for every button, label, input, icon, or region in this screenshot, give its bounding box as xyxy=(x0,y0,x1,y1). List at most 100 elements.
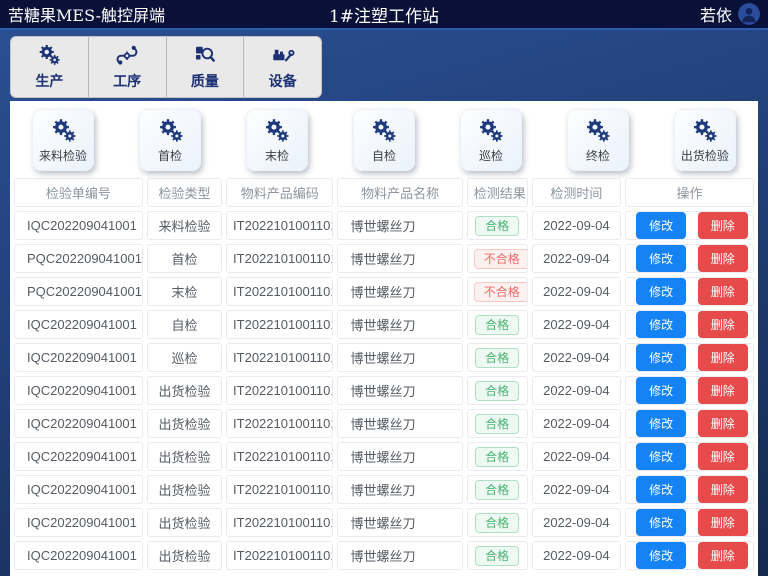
column-header: 物料产品名称 xyxy=(337,178,462,207)
cell-date: 2022-09-04 xyxy=(532,409,622,438)
column-header: 检测结果 xyxy=(467,178,528,207)
qc-card[interactable]: 自检 xyxy=(353,109,415,171)
delete-button[interactable]: 删除 xyxy=(698,212,748,239)
result-badge: 合格 xyxy=(475,546,519,566)
cell-inspection-type: 出货检验 xyxy=(147,475,222,504)
cell-order-no: IQC202209041001 xyxy=(14,310,143,339)
edit-button[interactable]: 修改 xyxy=(636,245,686,272)
edit-button[interactable]: 修改 xyxy=(636,377,686,404)
qc-card[interactable]: 出货检验 xyxy=(674,109,736,171)
qc-card-label: 出货检验 xyxy=(681,147,729,164)
table-row: PQC202209041001 末检 IT2022101001101 博世螺丝刀… xyxy=(14,277,754,306)
tab-process[interactable]: 工序 xyxy=(89,37,167,97)
tab-label: 设备 xyxy=(269,71,297,91)
qc-card[interactable]: 来料检验 xyxy=(32,109,94,171)
qc-card-label: 来料检验 xyxy=(39,147,87,164)
cell-actions: 修改 删除 xyxy=(625,508,754,537)
app-title: 苦糖果MES-触控屏端 xyxy=(8,2,308,26)
edit-button[interactable]: 修改 xyxy=(636,542,686,569)
delete-button[interactable]: 删除 xyxy=(698,410,748,437)
edit-button[interactable]: 修改 xyxy=(636,311,686,338)
quality-search-icon xyxy=(193,43,217,67)
cell-material-code: IT2022101001101 xyxy=(226,475,333,504)
edit-button[interactable]: 修改 xyxy=(636,443,686,470)
delete-button[interactable]: 删除 xyxy=(698,509,748,536)
delete-button[interactable]: 删除 xyxy=(698,278,748,305)
qc-card[interactable]: 巡检 xyxy=(460,109,522,171)
cell-material-name: 博世螺丝刀 xyxy=(337,541,462,570)
tab-quality[interactable]: 质量 xyxy=(167,37,245,97)
gears-icon xyxy=(584,117,611,144)
cell-result: 合格 xyxy=(467,475,528,504)
qc-card-label: 巡检 xyxy=(479,147,503,164)
cell-result: 合格 xyxy=(467,541,528,570)
cell-order-no: IQC202209041001 xyxy=(14,376,143,405)
cell-result: 合格 xyxy=(467,343,528,372)
cell-actions: 修改 删除 xyxy=(625,244,754,273)
cell-inspection-type: 出货检验 xyxy=(147,442,222,471)
result-badge: 不合格 xyxy=(474,249,528,269)
result-badge: 合格 xyxy=(475,381,519,401)
cell-inspection-type: 出货检验 xyxy=(147,541,222,570)
gears-icon xyxy=(263,117,290,144)
edit-button[interactable]: 修改 xyxy=(636,476,686,503)
cell-result: 合格 xyxy=(467,211,528,240)
cell-actions: 修改 删除 xyxy=(625,475,754,504)
qc-card[interactable]: 末检 xyxy=(246,109,308,171)
cell-material-name: 博世螺丝刀 xyxy=(337,343,462,372)
table-row: IQC202209041001 自检 IT2022101001101 博世螺丝刀… xyxy=(14,310,754,339)
table-row: IQC202209041001 出货检验 IT2022101001101 博世螺… xyxy=(14,508,754,537)
table-row: IQC202209041001 出货检验 IT2022101001101 博世螺… xyxy=(14,442,754,471)
gears-icon xyxy=(157,117,184,144)
user-area[interactable]: 若依 xyxy=(460,2,760,26)
table-row: IQC202209041001 巡检 IT2022101001101 博世螺丝刀… xyxy=(14,343,754,372)
cell-inspection-type: 首检 xyxy=(147,244,222,273)
cell-order-no: IQC202209041001 xyxy=(14,442,143,471)
edit-button[interactable]: 修改 xyxy=(636,212,686,239)
cell-date: 2022-09-04 xyxy=(532,277,622,306)
cell-order-no: IQC202209041001 xyxy=(14,211,143,240)
delete-button[interactable]: 删除 xyxy=(698,245,748,272)
inspection-table: 检验单编号检验类型物料产品编码物料产品名称检测结果检测时间操作 IQC20220… xyxy=(10,174,758,574)
qc-card[interactable]: 首检 xyxy=(139,109,201,171)
cell-order-no: IQC202209041001 xyxy=(14,343,143,372)
delete-button[interactable]: 删除 xyxy=(698,344,748,371)
tab-equipment[interactable]: 设备 xyxy=(244,37,321,97)
result-badge: 合格 xyxy=(475,447,519,467)
tab-production[interactable]: 生产 xyxy=(11,37,89,97)
user-avatar-icon[interactable] xyxy=(738,3,760,25)
delete-button[interactable]: 删除 xyxy=(698,377,748,404)
column-header: 检验单编号 xyxy=(14,178,143,207)
result-badge: 不合格 xyxy=(474,282,528,302)
cell-actions: 修改 删除 xyxy=(625,376,754,405)
cell-date: 2022-09-04 xyxy=(532,310,622,339)
cell-result: 不合格 xyxy=(467,277,528,306)
content-panel: 来料检验 首检 末检 自检 巡检 终检 出货检验 检验单编号检验类型物料产品编码… xyxy=(10,101,758,576)
edit-button[interactable]: 修改 xyxy=(636,278,686,305)
delete-button[interactable]: 删除 xyxy=(698,476,748,503)
edit-button[interactable]: 修改 xyxy=(636,344,686,371)
cell-actions: 修改 删除 xyxy=(625,409,754,438)
gears-icon xyxy=(370,117,397,144)
cell-actions: 修改 删除 xyxy=(625,211,754,240)
equipment-icon xyxy=(271,43,295,67)
delete-button[interactable]: 删除 xyxy=(698,443,748,470)
cell-date: 2022-09-04 xyxy=(532,343,622,372)
cell-material-code: IT2022101001101 xyxy=(226,409,333,438)
column-header: 操作 xyxy=(625,178,754,207)
edit-button[interactable]: 修改 xyxy=(636,509,686,536)
delete-button[interactable]: 删除 xyxy=(698,311,748,338)
cell-order-no: IQC202209041001 xyxy=(14,409,143,438)
cell-date: 2022-09-04 xyxy=(532,541,622,570)
cell-material-code: IT2022101001101 xyxy=(226,442,333,471)
qc-card[interactable]: 终检 xyxy=(567,109,629,171)
cell-material-code: IT2022101001101 xyxy=(226,508,333,537)
cell-material-code: IT2022101001101 xyxy=(226,310,333,339)
cell-material-name: 博世螺丝刀 xyxy=(337,409,462,438)
cell-date: 2022-09-04 xyxy=(532,211,622,240)
delete-button[interactable]: 删除 xyxy=(698,542,748,569)
cell-result: 合格 xyxy=(467,508,528,537)
cell-inspection-type: 巡检 xyxy=(147,343,222,372)
edit-button[interactable]: 修改 xyxy=(636,410,686,437)
table-row: IQC202209041001 出货检验 IT2022101001101 博世螺… xyxy=(14,475,754,504)
